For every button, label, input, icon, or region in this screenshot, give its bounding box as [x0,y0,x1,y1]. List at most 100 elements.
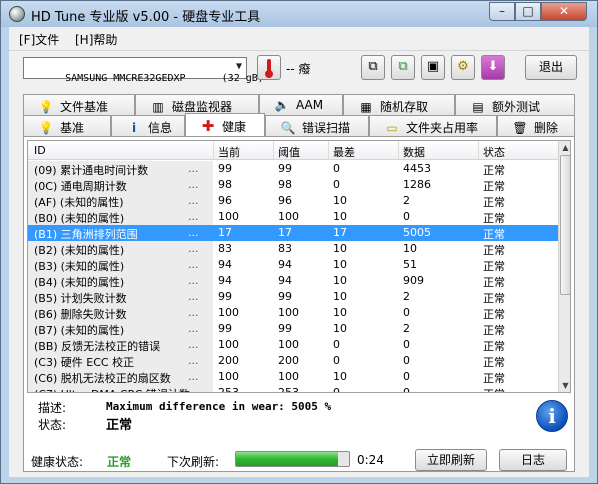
table-row[interactable]: (AF) (未知的属性)... 96 96 10 2 正常 [28,193,558,209]
cell-id: (B5) 计划失败计数 [34,292,127,305]
table-row[interactable]: (B0) (未知的属性)... 100 100 10 0 正常 [28,209,558,225]
options-button[interactable]: ⚙ [451,55,475,80]
cell-current: 100 [218,370,239,383]
table-row[interactable]: (B5) 计划失败计数... 99 99 10 2 正常 [28,289,558,305]
cell-ellipsis: ... [188,354,199,367]
download-button[interactable]: ⬇ [481,55,505,80]
tab-error-scan[interactable]: 🔍 错误扫描 [265,115,369,136]
table-row[interactable]: (C3) 硬件 ECC 校正... 200 200 0 0 正常 [28,353,558,369]
cell-worst: 10 [333,306,347,319]
cell-status: 正常 [483,340,505,353]
bulb-icon: 💡 [38,100,54,114]
trash-icon: 🗑 [512,121,528,135]
refresh-countdown: 0:24 [357,453,384,467]
window-title: HD Tune 专业版 v5.00 - 硬盘专业工具 [31,10,261,25]
cell-worst: 10 [333,242,347,255]
scroll-down-icon[interactable]: ▼ [559,379,570,392]
maximize-button[interactable]: □ [515,2,541,21]
table-row[interactable]: (B6) 删除失败计数... 100 100 10 0 正常 [28,305,558,321]
tab-folder-usage[interactable]: ▭ 文件夹占用率 [369,115,497,136]
copy-icon: ⧉ [368,59,378,74]
table-row-selected[interactable]: (B1) 三角洲排列范围... 17 17 17 5005 正常 [28,225,558,241]
menu-help[interactable]: [H]帮助 [75,31,117,48]
cell-data: 4453 [403,162,431,175]
scroll-up-icon[interactable]: ▲ [559,141,570,154]
temperature-button[interactable] [257,55,281,80]
cell-id: (C7) Ultra DMA CRC 错误计数 [34,386,190,392]
table-row[interactable]: (0C) 通电周期计数... 98 98 0 1286 正常 [28,177,558,193]
smart-table[interactable]: ID 当前 阈值 最差 数据 状态 (09) 累计通电时间计数... 99 99 0 4… [27,140,571,393]
client-area: [F]文件 [H]帮助 SAMSUNG MMCRE32GEDXP (32 gB)… [9,27,589,477]
tab-label: 错误扫描 [302,121,351,135]
cell-threshold: 94 [278,258,292,271]
tab-extra-tests[interactable]: ▤ 额外测试 [455,94,575,115]
tab-disk-monitor[interactable]: ▥ 磁盘监视器 [135,94,259,115]
refresh-now-button[interactable]: 立即刷新 [415,449,487,471]
tab-file-benchmark[interactable]: 💡 文件基准 [23,94,135,115]
cell-current: 96 [218,194,232,207]
tab-erase[interactable]: 🗑 删除 [497,115,575,136]
table-row[interactable]: (B4) (未知的属性)... 94 94 10 909 正常 [28,273,558,289]
copy-screen-button[interactable]: ⧉ [391,55,415,80]
copy-info-button[interactable]: ⧉ [361,55,385,80]
table-row[interactable]: (B2) (未知的属性)... 83 83 10 10 正常 [28,241,558,257]
cell-status: 正常 [483,228,505,241]
header-id[interactable]: ID [34,144,46,157]
table-row[interactable]: (B7) (未知的属性)... 99 99 10 2 正常 [28,321,558,337]
cell-status: 正常 [483,244,505,257]
log-button[interactable]: 日志 [499,449,567,471]
table-row[interactable]: (C7) Ultra DMA CRC 错误计数... 253 253 0 0 正常 [28,385,558,393]
header-current[interactable]: 当前 [218,144,240,160]
cell-current: 253 [218,386,239,393]
menu-bar: [F]文件 [H]帮助 [9,27,589,49]
tab-label: 磁盘监视器 [172,100,233,114]
tab-random-access[interactable]: ▦ 随机存取 [343,94,455,115]
cell-current: 200 [218,354,239,367]
close-button[interactable]: ✕ [541,2,587,21]
tab-info[interactable]: i 信息 [111,115,185,136]
cell-data: 10 [403,242,417,255]
tab-benchmark[interactable]: 💡 基准 [23,115,111,136]
menu-file[interactable]: [F]文件 [19,31,59,48]
cell-id: (0C) 通电周期计数 [34,180,127,193]
save-icon: ▣ [426,59,440,74]
cell-ellipsis: ... [188,178,199,191]
header-status[interactable]: 状态 [483,144,505,160]
tab-label: 文件基准 [60,100,109,114]
cell-status: 正常 [483,372,505,385]
table-row[interactable]: (BB) 反馈无法校正的错误... 100 100 0 0 正常 [28,337,558,353]
cell-worst: 17 [333,226,347,239]
drive-select-value: SAMSUNG MMCRE32GEDXP (32 gB) [65,73,264,84]
table-row[interactable]: (B3) (未知的属性)... 94 94 10 51 正常 [28,257,558,273]
table-row[interactable]: (09) 累计通电时间计数... 99 99 0 4453 正常 [28,161,558,177]
tab-aam[interactable]: 🔈 AAM [259,94,343,115]
tab-health[interactable]: ✚ 健康 [185,113,265,136]
cell-status: 正常 [483,308,505,321]
cell-status: 正常 [483,386,505,392]
toolbar-divider [9,50,589,51]
cell-threshold: 83 [278,242,292,255]
cell-data: 0 [403,338,410,351]
exit-button[interactable]: 退出 [525,55,577,80]
cell-worst: 10 [333,290,347,303]
table-scrollbar[interactable]: ▲ ▼ [558,141,570,392]
cell-status: 正常 [483,324,505,337]
cell-status: 正常 [483,164,505,177]
header-threshold[interactable]: 阈值 [278,144,300,160]
cell-current: 100 [218,338,239,351]
minimize-button[interactable]: – [489,2,515,21]
cell-worst: 0 [333,354,340,367]
tab-label: AAM [296,98,324,112]
header-worst[interactable]: 最差 [333,144,355,160]
bar-chart-icon: ▥ [152,100,164,114]
cell-status: 正常 [483,180,505,193]
scroll-thumb[interactable] [560,155,570,295]
table-row[interactable]: (C6) 脱机无法校正的扇区数... 100 100 10 0 正常 [28,369,558,385]
wrench-icon: ⚙ [457,59,469,74]
header-data[interactable]: 数据 [403,144,425,160]
cell-current: 100 [218,210,239,223]
save-button[interactable]: ▣ [421,55,445,80]
cell-threshold: 100 [278,210,299,223]
title-bar[interactable]: HD Tune 专业版 v5.00 - 硬盘专业工具 – □ ✕ [1,1,597,27]
drive-select[interactable]: SAMSUNG MMCRE32GEDXP (32 gB) ▼ [23,57,264,84]
